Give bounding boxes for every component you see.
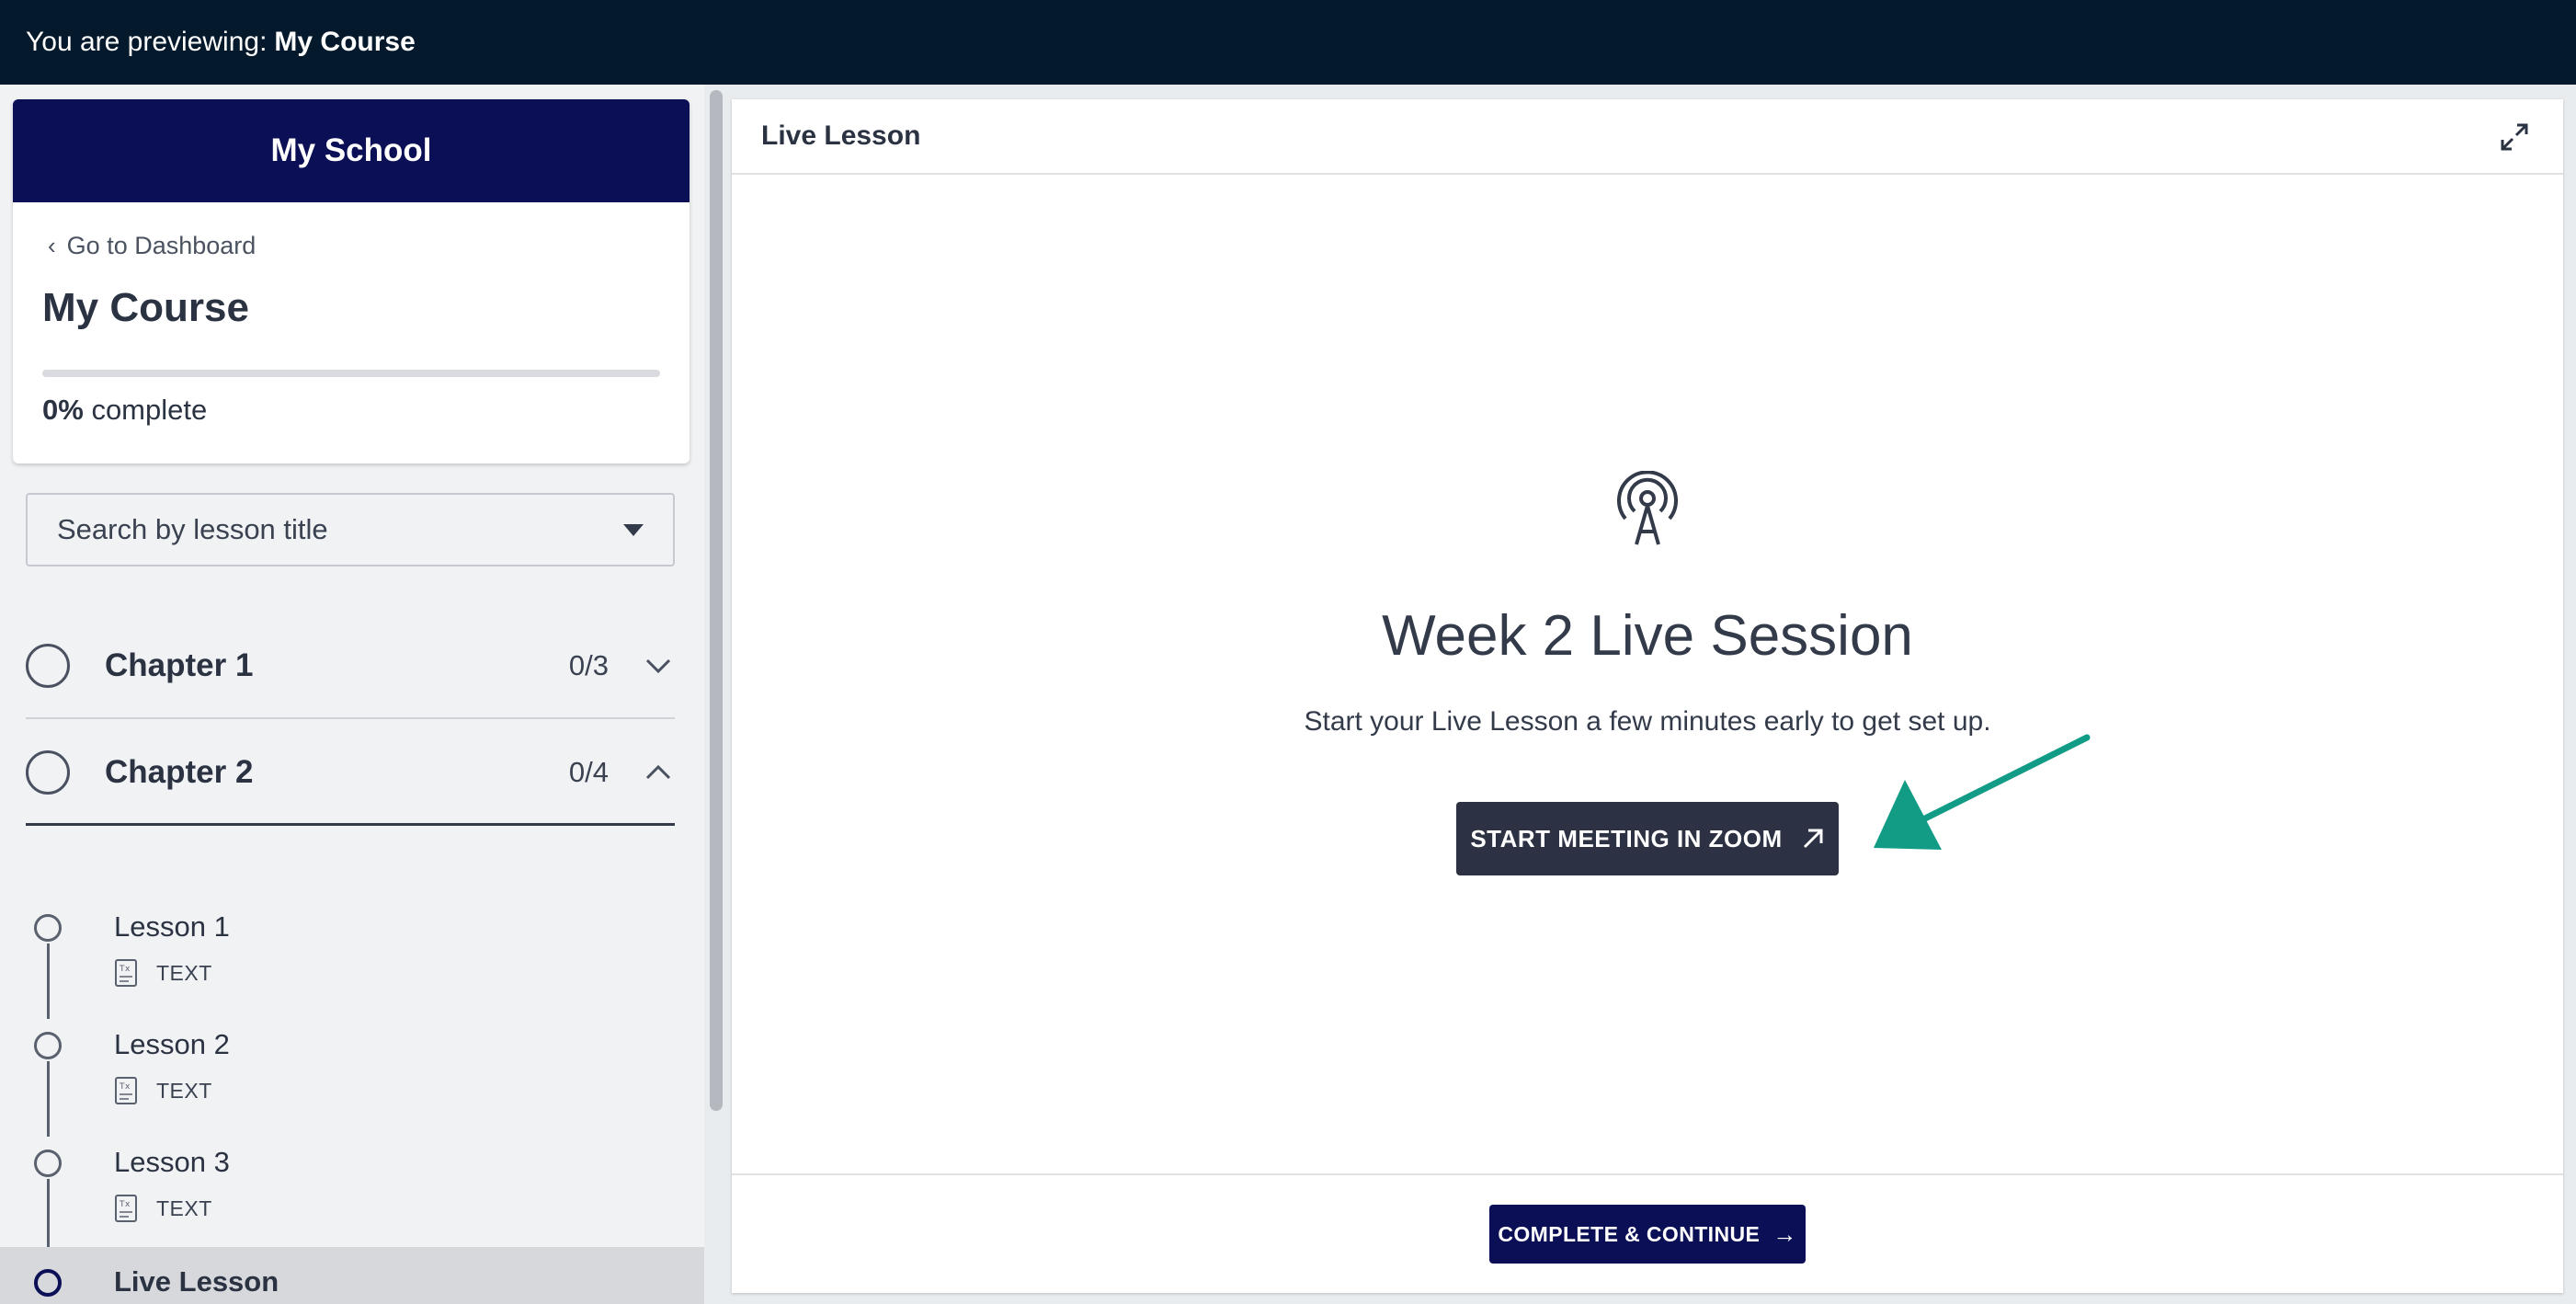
text-doc-icon: Tx	[114, 1076, 140, 1105]
continue-button-label: COMPLETE & CONTINUE	[1498, 1221, 1761, 1246]
lesson-meta: Tx TEXT	[114, 1194, 212, 1223]
preview-label: You are previewing:	[26, 27, 268, 57]
chapter-status-circle-icon	[26, 644, 70, 688]
progress-text: 0% complete	[42, 394, 207, 427]
chapter-1[interactable]: Chapter 1 0/3	[26, 614, 675, 719]
lesson-item-lesson-1[interactable]: Lesson 1 Tx TEXT	[0, 901, 704, 1019]
external-link-arrow-icon	[1803, 829, 1823, 849]
lesson-search-select[interactable]: Search by lesson title	[26, 493, 675, 566]
preview-bar: You are previewing: My Course	[0, 0, 2576, 85]
text-doc-icon: Tx	[114, 958, 140, 988]
start-meeting-in-zoom-button[interactable]: START MEETING IN ZOOM	[1456, 802, 1839, 875]
lesson-item-lesson-3[interactable]: Lesson 3 Tx TEXT	[0, 1137, 704, 1254]
lesson-status-circle-icon	[34, 1150, 62, 1177]
school-name: My School	[270, 132, 432, 168]
complete-and-continue-button[interactable]: COMPLETE & CONTINUE →	[1489, 1205, 1806, 1264]
course-title: My Course	[42, 285, 249, 330]
arrow-right-icon: →	[1772, 1219, 1797, 1248]
progress-suffix: complete	[91, 394, 208, 426]
chevron-up-icon[interactable]	[642, 756, 675, 789]
annotation-arrow-icon	[1874, 734, 2091, 850]
lesson-status-circle-icon	[34, 914, 62, 942]
svg-text:Tx: Tx	[119, 1200, 131, 1209]
content-header: Live Lesson	[732, 99, 2563, 175]
lesson-connector-line	[47, 1179, 50, 1254]
lesson-status-circle-icon	[34, 1032, 62, 1059]
lesson-meta: Tx TEXT	[114, 958, 212, 988]
lesson-title: Lesson 3	[114, 1146, 230, 1178]
lesson-type: TEXT	[156, 1195, 212, 1220]
lesson-type: TEXT	[156, 1078, 212, 1103]
course-card: My School ‹ Go to Dashboard My Course 0%…	[13, 99, 690, 463]
lesson-meta: Tx TEXT	[114, 1076, 212, 1105]
chapter-2[interactable]: Chapter 2 0/4	[26, 721, 675, 826]
lesson-type: TEXT	[156, 960, 212, 985]
text-doc-icon: Tx	[114, 1194, 140, 1223]
lesson-status-circle-icon	[34, 1269, 62, 1297]
lesson-content-panel: Live Lesson Week 2 Live Session Start yo…	[732, 99, 2563, 1293]
lesson-title: Live Lesson	[114, 1265, 279, 1298]
go-to-dashboard-link[interactable]: ‹ Go to Dashboard	[48, 232, 256, 260]
lesson-title: Lesson 1	[114, 910, 230, 943]
chapter-status-circle-icon	[26, 749, 70, 795]
broadcast-tower-icon	[1609, 470, 1686, 548]
session-subtitle: Start your Live Lesson a few minutes ear…	[1304, 706, 1991, 737]
expand-icon[interactable]	[2493, 116, 2536, 158]
svg-text:Tx: Tx	[119, 965, 131, 974]
search-placeholder: Search by lesson title	[57, 513, 328, 545]
chapter-count: 0/4	[568, 755, 609, 788]
lesson-connector-line	[47, 1061, 50, 1137]
progress-bar	[42, 370, 660, 377]
caret-down-icon	[623, 523, 644, 536]
school-header[interactable]: My School	[13, 99, 690, 202]
dashboard-link-label: Go to Dashboard	[66, 232, 256, 259]
progress-percent: 0%	[42, 394, 84, 426]
chapter-count: 0/3	[568, 649, 609, 681]
lesson-title: Lesson 2	[114, 1028, 230, 1060]
content-footer: COMPLETE & CONTINUE →	[732, 1173, 2563, 1293]
course-sidebar: My School ‹ Go to Dashboard My Course 0%…	[0, 85, 704, 1304]
session-title: Week 2 Live Session	[1382, 604, 1913, 668]
preview-course-name: My Course	[274, 27, 416, 57]
lesson-item-lesson-2[interactable]: Lesson 2 Tx TEXT	[0, 1019, 704, 1137]
chevron-down-icon[interactable]	[642, 649, 675, 682]
svg-text:Tx: Tx	[119, 1082, 131, 1092]
sidebar-scrollbar[interactable]	[710, 90, 723, 1111]
chapter-name: Chapter 2	[105, 753, 254, 790]
chapter-name: Chapter 1	[105, 647, 254, 683]
lesson-connector-line	[47, 944, 50, 1019]
chevron-left-icon: ‹	[48, 232, 56, 259]
zoom-button-label: START MEETING IN ZOOM	[1470, 824, 1783, 852]
content-header-title: Live Lesson	[761, 120, 921, 151]
lesson-item-live-lesson[interactable]: Live Lesson LIVE LESSON · MON, APR 20 @ …	[0, 1247, 704, 1304]
